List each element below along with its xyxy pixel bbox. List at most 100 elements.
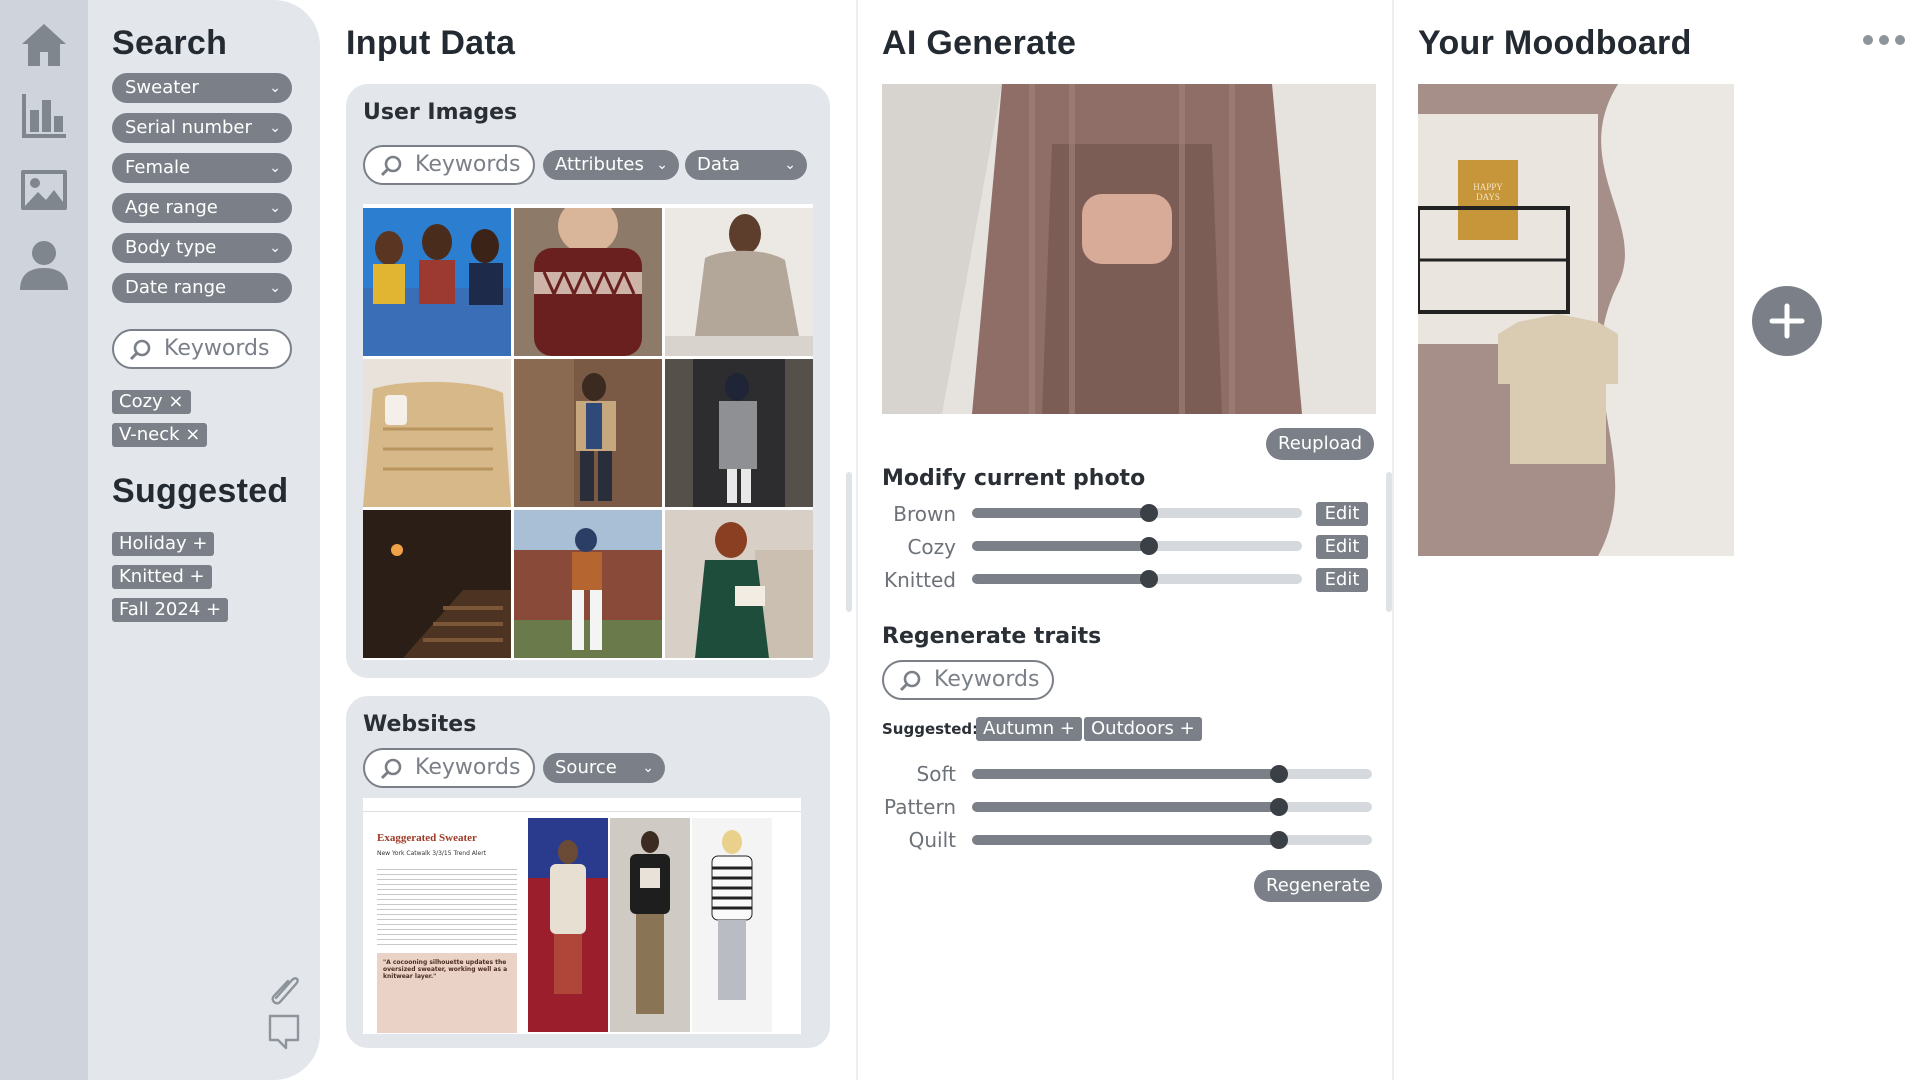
user-image[interactable] — [363, 359, 511, 507]
image-icon[interactable] — [16, 162, 72, 218]
user-images-keywords-input[interactable]: Keywords — [363, 145, 535, 185]
chart-icon[interactable] — [16, 88, 72, 144]
moodboard-image[interactable]: HAPPY DAYS — [1418, 84, 1734, 556]
suggested-tag-outdoors[interactable]: Outdoors + — [1084, 717, 1202, 741]
user-image[interactable] — [363, 510, 511, 658]
user-image-grid — [363, 204, 813, 660]
suggested-tag-holiday[interactable]: Holiday + — [112, 532, 215, 556]
slider-soft-knob[interactable] — [1270, 765, 1288, 783]
user-image[interactable] — [514, 208, 662, 356]
slider-label-pattern: Pattern — [884, 795, 956, 819]
more-dots-icon[interactable] — [1862, 30, 1906, 50]
user-image[interactable] — [665, 208, 813, 356]
filter-label: Date range — [125, 277, 227, 298]
keywords-placeholder: Keywords — [934, 667, 1040, 692]
edit-cozy-button[interactable]: Edit — [1316, 535, 1368, 559]
user-image[interactable] — [514, 510, 662, 658]
chevron-down-icon: ⌄ — [269, 80, 281, 96]
filter-body-type[interactable]: Body type ⌄ — [112, 233, 292, 263]
slider-label-soft: Soft — [916, 762, 956, 786]
chevron-down-icon: ⌄ — [269, 200, 281, 216]
runway-image[interactable] — [528, 818, 608, 1032]
active-tag-v-neck[interactable]: V-neck × — [112, 423, 208, 447]
generated-image[interactable] — [882, 84, 1376, 414]
search-keywords-input[interactable]: Keywords — [112, 329, 292, 369]
slider-soft-track[interactable] — [972, 769, 1372, 779]
slider-pattern-track[interactable] — [972, 802, 1372, 812]
slider-knitted-track[interactable] — [972, 574, 1302, 584]
add-to-moodboard-button[interactable] — [1752, 286, 1822, 356]
filter-date-range[interactable]: Date range ⌄ — [112, 273, 292, 303]
filter-age-range[interactable]: Age range ⌄ — [112, 193, 292, 223]
slider-brown-knob[interactable] — [1140, 504, 1158, 522]
active-tag-cozy[interactable]: Cozy × — [112, 390, 191, 414]
chevron-down-icon: ⌄ — [656, 157, 668, 173]
user-images-title: User Images — [363, 100, 518, 125]
paperclip-icon[interactable] — [266, 968, 302, 1008]
chevron-down-icon: ⌄ — [269, 240, 281, 256]
slider-brown-track[interactable] — [972, 508, 1302, 518]
data-dropdown[interactable]: Data ⌄ — [685, 150, 807, 180]
suggested-tag-fall-2024[interactable]: Fall 2024 + — [112, 598, 229, 622]
chevron-down-icon: ⌄ — [784, 157, 796, 173]
search-icon — [899, 670, 921, 692]
edit-brown-button[interactable]: Edit — [1316, 502, 1368, 526]
search-icon — [380, 758, 402, 780]
plus-icon — [1769, 303, 1805, 339]
keywords-placeholder: Keywords — [415, 152, 521, 177]
slider-brown-fill — [972, 508, 1147, 518]
regenerate-button[interactable]: Regenerate — [1254, 870, 1383, 902]
slider-quilt-fill — [972, 835, 1276, 845]
column-divider — [856, 0, 858, 1080]
slider-pattern-knob[interactable] — [1270, 798, 1288, 816]
user-image[interactable] — [363, 208, 511, 356]
slider-cozy-fill — [972, 541, 1147, 551]
modify-photo-title: Modify current photo — [882, 466, 1146, 491]
source-label: Source — [555, 757, 617, 778]
websites-keywords-input[interactable]: Keywords — [363, 748, 535, 788]
user-icon[interactable] — [16, 236, 72, 292]
article-quote: "A cocooning silhouette updates the over… — [377, 953, 517, 1033]
edit-knitted-button[interactable]: Edit — [1316, 568, 1368, 592]
comment-icon[interactable] — [266, 1012, 302, 1052]
runway-image[interactable] — [692, 818, 772, 1032]
user-image[interactable] — [665, 359, 813, 507]
search-icon — [380, 155, 402, 177]
traits-keywords-input[interactable]: Keywords — [882, 660, 1054, 700]
keywords-placeholder: Keywords — [164, 336, 270, 361]
suggested-tag-autumn[interactable]: Autumn + — [976, 717, 1082, 741]
moodboard-card-text: HAPPY DAYS — [1473, 182, 1503, 202]
slider-knitted-fill — [972, 574, 1147, 584]
website-article: Exaggerated Sweater New York Catwalk 3/3… — [377, 818, 517, 1033]
filter-gender[interactable]: Female ⌄ — [112, 153, 292, 183]
attributes-label: Attributes — [555, 154, 644, 175]
filter-sweater[interactable]: Sweater ⌄ — [112, 73, 292, 103]
input-data-title: Input Data — [346, 24, 516, 62]
slider-cozy-track[interactable] — [972, 541, 1302, 551]
websites-title: Websites — [363, 712, 477, 737]
user-image[interactable] — [514, 359, 662, 507]
website-preview[interactable]: Exaggerated Sweater New York Catwalk 3/3… — [363, 798, 801, 1034]
input-data-scrollbar[interactable] — [846, 472, 852, 612]
user-image[interactable] — [665, 510, 813, 658]
ai-generate-title: AI Generate — [882, 24, 1077, 62]
article-kicker: New York Catwalk 3/3/15 Trend Alert — [377, 850, 487, 857]
chevron-down-icon: ⌄ — [269, 120, 281, 136]
filter-serial-number[interactable]: Serial number ⌄ — [112, 113, 292, 143]
article-body-lines — [377, 865, 517, 945]
suggested-tag-knitted[interactable]: Knitted + — [112, 565, 212, 589]
slider-label-knitted: Knitted — [883, 568, 956, 592]
chevron-down-icon: ⌄ — [642, 760, 654, 776]
runway-image[interactable] — [610, 818, 690, 1032]
slider-quilt-track[interactable] — [972, 835, 1372, 845]
chevron-down-icon: ⌄ — [269, 160, 281, 176]
search-icon — [129, 339, 151, 361]
home-icon[interactable] — [16, 16, 72, 72]
slider-quilt-knob[interactable] — [1270, 831, 1288, 849]
reupload-button[interactable]: Reupload — [1266, 428, 1375, 460]
slider-cozy-knob[interactable] — [1140, 537, 1158, 555]
source-dropdown[interactable]: Source ⌄ — [543, 753, 665, 783]
slider-label-cozy: Cozy — [907, 535, 956, 559]
slider-knitted-knob[interactable] — [1140, 570, 1158, 588]
attributes-dropdown[interactable]: Attributes ⌄ — [543, 150, 679, 180]
